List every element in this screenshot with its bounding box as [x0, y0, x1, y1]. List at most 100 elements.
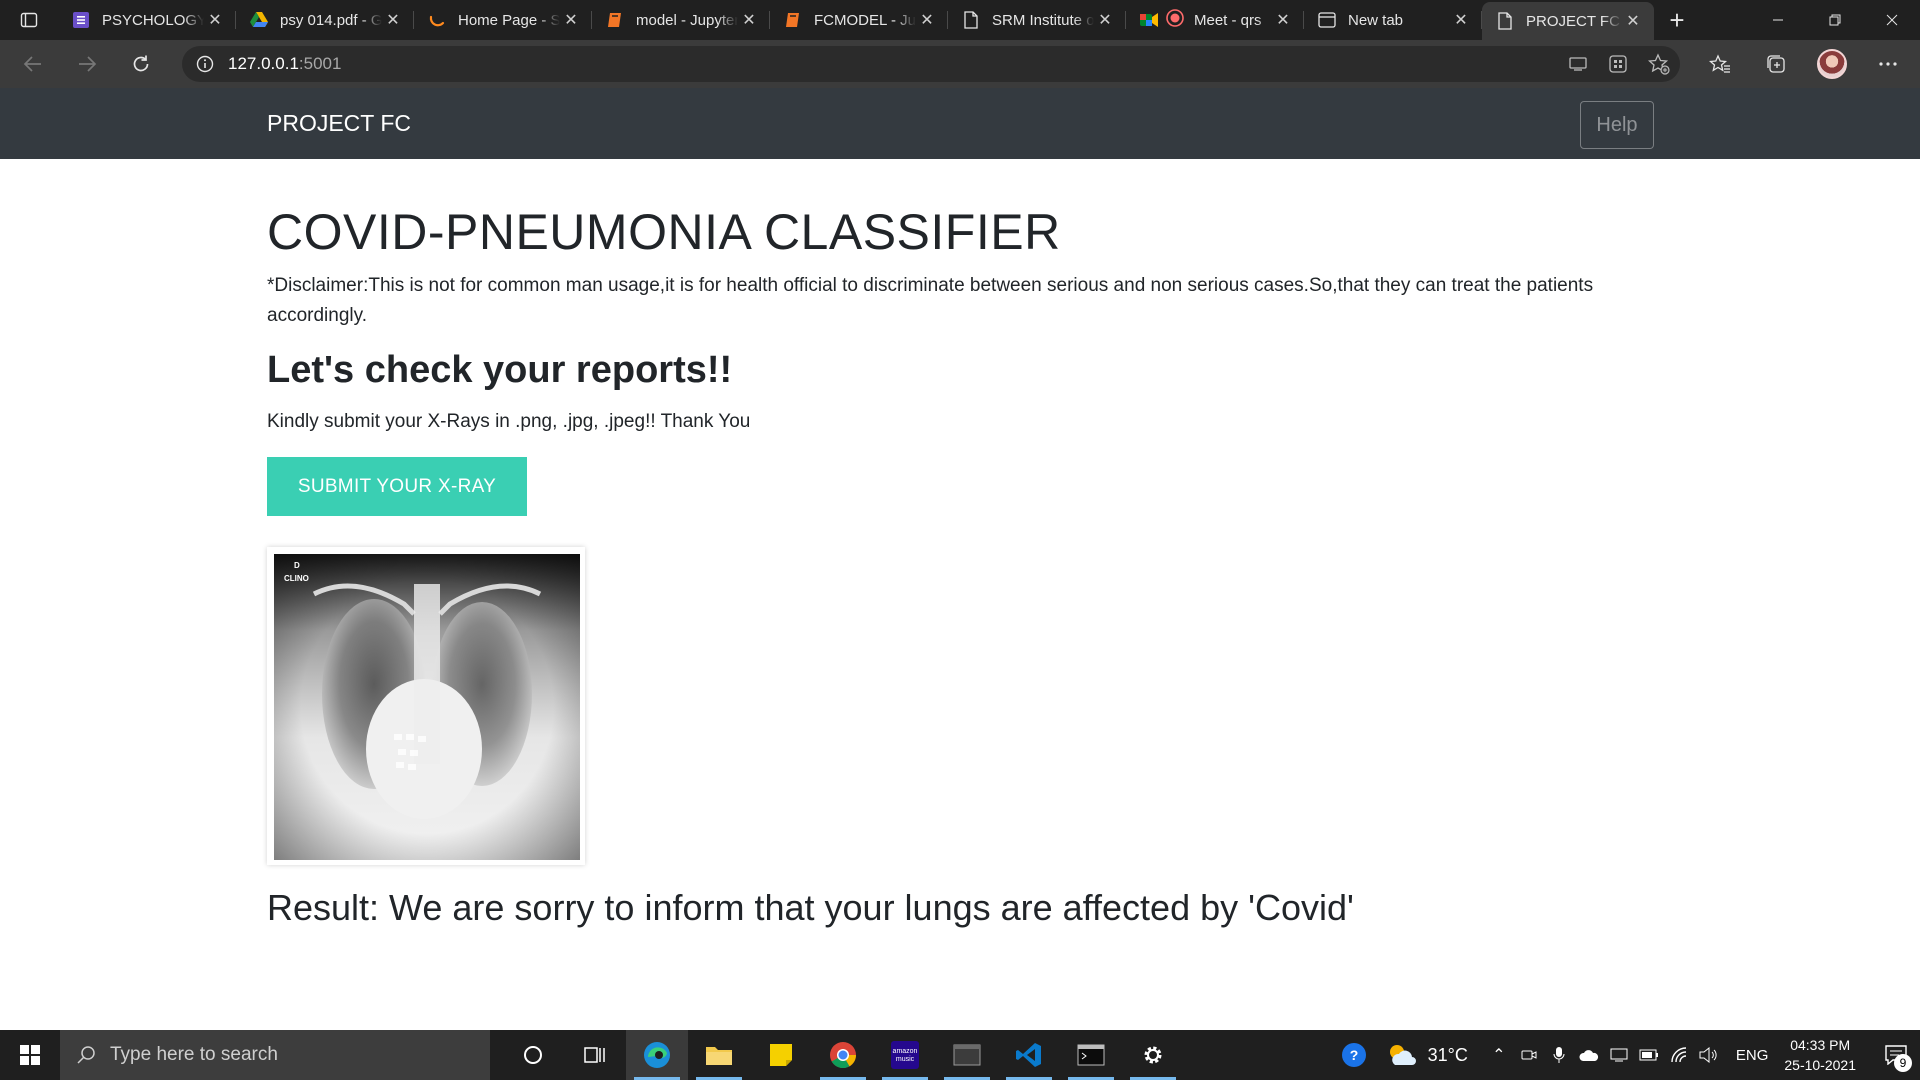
restore-icon: [1829, 14, 1840, 26]
tab-title: FCMODEL - Jupyter Notebook: [814, 11, 916, 29]
close-window-button[interactable]: [1863, 0, 1920, 40]
url-text[interactable]: 127.0.0.1:5001: [228, 54, 341, 74]
chevron-up-icon[interactable]: ⌃: [1484, 1030, 1514, 1080]
volume-icon[interactable]: [1694, 1030, 1724, 1080]
display-icon[interactable]: [1604, 1030, 1634, 1080]
window-controls: [1749, 0, 1920, 40]
new-tab-button[interactable]: +: [1654, 0, 1700, 40]
system-tray: ? 31°C ⌃ ENG 04:33 PM 25-10-2021 9: [1334, 1030, 1920, 1080]
favorites-button[interactable]: [1692, 40, 1748, 88]
forward-button[interactable]: [60, 40, 114, 88]
tab-actions-button[interactable]: [0, 0, 58, 40]
tab-title: psy 014.pdf - Google Drive: [280, 11, 382, 29]
tab-close-icon[interactable]: ✕: [1450, 10, 1472, 30]
tab-fcmodel-jupyter[interactable]: FCMODEL - Jupyter Notebook ✕: [770, 0, 948, 40]
taskbar-search-box[interactable]: Type here to search: [60, 1030, 490, 1080]
page-icon: [1496, 12, 1514, 30]
meet-now-icon[interactable]: [1514, 1030, 1544, 1080]
tab-psy-pdf[interactable]: psy 014.pdf - Google Drive ✕: [236, 0, 414, 40]
vscode-icon[interactable]: [998, 1030, 1060, 1080]
more-icon: [1879, 62, 1897, 66]
add-favorite-icon[interactable]: [1648, 53, 1670, 75]
tab-close-icon[interactable]: ✕: [916, 10, 938, 30]
tab-close-icon[interactable]: ✕: [1094, 10, 1116, 30]
address-bar[interactable]: 127.0.0.1:5001: [182, 46, 1680, 82]
battery-icon[interactable]: [1634, 1030, 1664, 1080]
edge-icon[interactable]: [626, 1030, 688, 1080]
browser-toolbar: 127.0.0.1:5001: [0, 40, 1920, 88]
microphone-icon[interactable]: [1544, 1030, 1574, 1080]
tab-title: New tab: [1348, 11, 1404, 29]
profile-button[interactable]: [1804, 40, 1860, 88]
notification-center-button[interactable]: 9: [1872, 1030, 1920, 1080]
tab-title: Home Page - SRM: [458, 11, 560, 29]
tab-close-icon[interactable]: ✕: [560, 10, 582, 30]
amazon-music-icon[interactable]: amazon music: [874, 1030, 936, 1080]
tab-close-icon[interactable]: ✕: [1272, 10, 1294, 30]
help-button[interactable]: Help: [1580, 101, 1654, 149]
settings-icon[interactable]: [1122, 1030, 1184, 1080]
command-prompt-icon[interactable]: [1060, 1030, 1122, 1080]
address-bar-actions: [1568, 46, 1670, 82]
avatar: [1817, 49, 1847, 79]
help-tips-icon[interactable]: ?: [1334, 1030, 1374, 1080]
submit-xray-button[interactable]: SUBMIT YOUR X-RAY: [267, 457, 527, 516]
weather-icon[interactable]: [1382, 1030, 1422, 1080]
restore-button[interactable]: [1806, 0, 1863, 40]
file-explorer-icon[interactable]: [688, 1030, 750, 1080]
tab-close-icon[interactable]: ✕: [1622, 11, 1644, 31]
temperature[interactable]: 31°C: [1428, 1045, 1468, 1066]
input-language[interactable]: ENG: [1736, 1047, 1769, 1064]
close-icon: [1886, 14, 1897, 26]
tab-title: PSYCHOLOGY: [102, 11, 204, 29]
apps-icon[interactable]: [1608, 54, 1628, 74]
newtab-icon: [1318, 11, 1336, 29]
tab-home-page[interactable]: Home Page - SRM ✕: [414, 0, 592, 40]
sticky-notes-icon[interactable]: [750, 1030, 812, 1080]
tab-model-jupyter[interactable]: model - Jupyter Notebook ✕: [592, 0, 770, 40]
drive-icon: [250, 11, 268, 29]
tab-srm-institute[interactable]: SRM Institute of Science ✕: [948, 0, 1126, 40]
tab-title: PROJECT FC: [1526, 12, 1620, 30]
clock-date: 25-10-2021: [1784, 1057, 1856, 1073]
system-clock[interactable]: 04:33 PM 25-10-2021: [1784, 1035, 1856, 1075]
task-view-icon[interactable]: [564, 1030, 626, 1080]
minimize-button[interactable]: [1749, 0, 1806, 40]
meet-icon: [1140, 11, 1158, 29]
terminal-icon[interactable]: [936, 1030, 998, 1080]
forms-icon: [72, 11, 90, 29]
refresh-button[interactable]: [114, 40, 168, 88]
loading-icon: [428, 11, 446, 29]
tab-title: Meet - qrs: [1194, 11, 1262, 29]
clock-time: 04:33 PM: [1790, 1037, 1851, 1053]
chrome-icon[interactable]: [812, 1030, 874, 1080]
cast-icon[interactable]: [1568, 55, 1588, 73]
tab-actions-icon: [20, 12, 38, 28]
search-placeholder: Type here to search: [110, 1044, 278, 1065]
tab-close-icon[interactable]: ✕: [738, 10, 760, 30]
collections-button[interactable]: [1748, 40, 1804, 88]
site-navbar: PROJECT FC Help: [0, 88, 1920, 159]
jupyter-icon: [784, 11, 802, 29]
back-arrow-icon: [23, 56, 41, 72]
xray-image-frame: D CLINO: [267, 547, 585, 865]
start-button[interactable]: [0, 1030, 60, 1080]
refresh-icon: [133, 55, 149, 72]
settings-more-button[interactable]: [1860, 40, 1916, 88]
tab-project-fc[interactable]: PROJECT FC ✕: [1482, 2, 1654, 40]
tab-close-icon[interactable]: ✕: [382, 10, 404, 30]
navbar-brand[interactable]: PROJECT FC: [267, 110, 411, 137]
back-button[interactable]: [6, 40, 60, 88]
tab-title: SRM Institute of Science: [992, 11, 1094, 29]
favorites-icon: [1709, 54, 1730, 73]
result-text: Result: We are sorry to inform that your…: [267, 887, 1354, 928]
jupyter-icon: [606, 11, 624, 29]
cortana-icon[interactable]: [502, 1030, 564, 1080]
tab-psychology[interactable]: PSYCHOLOGY ✕: [58, 0, 236, 40]
tab-meet[interactable]: Meet - qrs ✕: [1126, 0, 1304, 40]
tab-new-tab[interactable]: New tab ✕: [1304, 0, 1482, 40]
onedrive-icon[interactable]: [1574, 1030, 1604, 1080]
site-info-icon[interactable]: [196, 55, 214, 73]
tab-close-icon[interactable]: ✕: [204, 10, 226, 30]
wifi-icon[interactable]: [1664, 1030, 1694, 1080]
